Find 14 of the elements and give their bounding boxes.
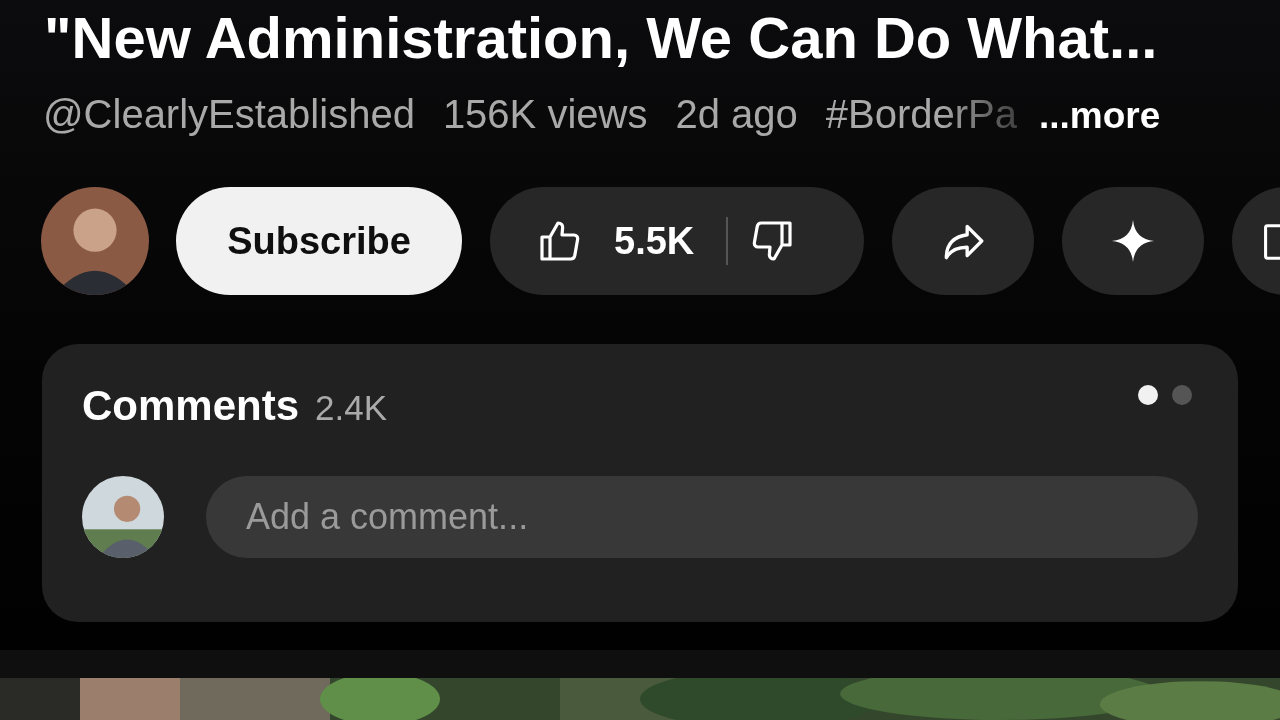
view-count: 156K views xyxy=(442,92,648,137)
subscribe-button[interactable]: Subscribe xyxy=(176,187,462,295)
like-button[interactable]: 5.5K xyxy=(536,217,695,265)
comments-heading: Comments xyxy=(82,382,300,430)
upload-age: 2d ago xyxy=(675,92,798,137)
page-dot[interactable] xyxy=(1172,385,1192,405)
channel-handle[interactable]: @ClearlyEstablished xyxy=(43,92,415,137)
comment-count: 2.4K xyxy=(315,388,388,428)
more-link[interactable]: ...more xyxy=(1039,95,1161,137)
hashtag-link[interactable]: #BorderPa xyxy=(825,92,1017,137)
page-dot[interactable] xyxy=(1138,385,1158,405)
comments-card[interactable]: Comments 2.4K Add a comment... xyxy=(42,344,1238,622)
comment-input-field[interactable]: Add a comment... xyxy=(206,476,1198,558)
video-title: "New Administration, We Can Do What... xyxy=(43,4,1159,68)
